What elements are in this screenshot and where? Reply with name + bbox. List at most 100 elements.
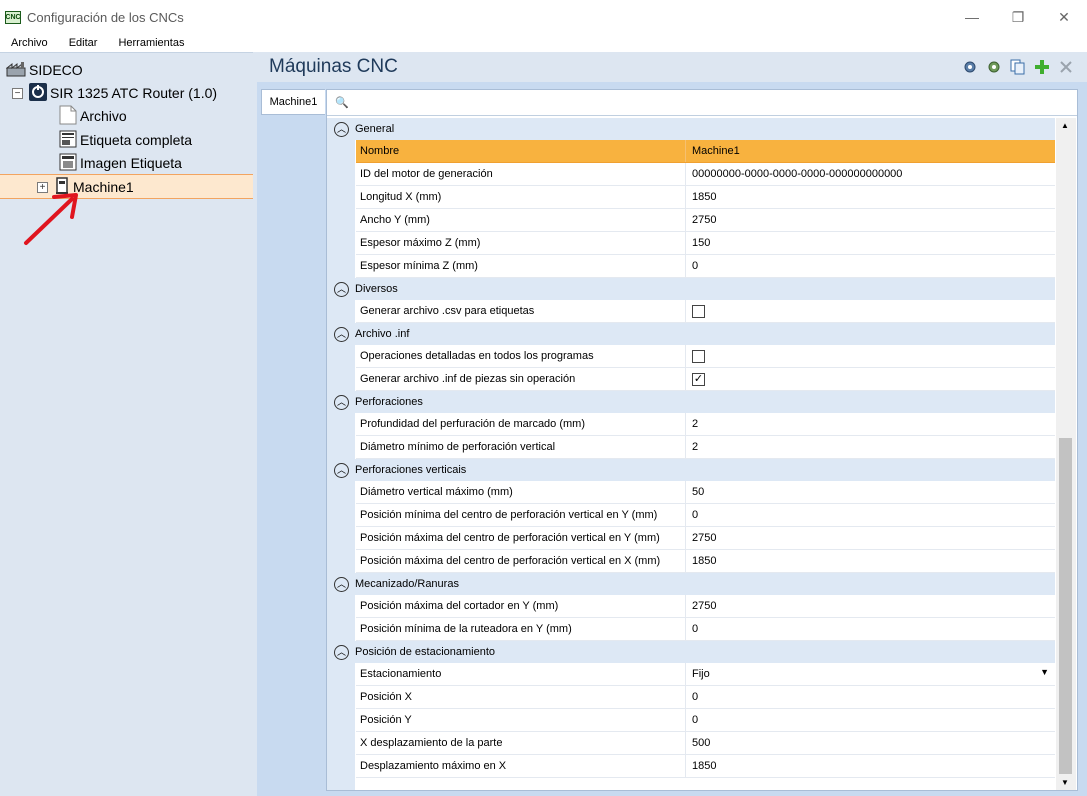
- menu-herramientas[interactable]: Herramientas: [107, 37, 194, 49]
- property-row[interactable]: Longitud X (mm) 1850: [356, 186, 1055, 209]
- property-row[interactable]: Posición máxima del centro de perforació…: [356, 527, 1055, 550]
- toolbar: [961, 58, 1075, 76]
- property-name: Desplazamiento máximo en X: [356, 755, 686, 777]
- property-row[interactable]: Diámetro mínimo de perforación vertical 2: [356, 436, 1055, 459]
- collapse-category-icon[interactable]: ︿: [334, 121, 349, 137]
- property-row[interactable]: Posición Y 0: [356, 709, 1055, 732]
- property-row[interactable]: Diámetro vertical máximo (mm) 50: [356, 481, 1055, 504]
- category-row[interactable]: ︿ Mecanizado/Ranuras: [329, 573, 1055, 595]
- property-name: Posición Y: [356, 709, 686, 731]
- settings-icon[interactable]: [961, 58, 979, 76]
- scroll-up-icon[interactable]: ▲: [1061, 121, 1069, 130]
- property-checkbox[interactable]: ✓: [692, 372, 705, 386]
- property-checkbox-cell[interactable]: [686, 345, 1055, 367]
- property-row[interactable]: Estacionamiento Fijo ▼: [356, 663, 1055, 686]
- collapse-icon[interactable]: −: [12, 87, 23, 99]
- property-checkbox-cell[interactable]: [686, 300, 1055, 322]
- refresh-settings-icon[interactable]: [985, 58, 1003, 76]
- category-row[interactable]: ︿ Perforaciones: [329, 391, 1055, 413]
- restore-button[interactable]: ❐: [995, 0, 1041, 34]
- property-row[interactable]: Posición máxima del centro de perforació…: [356, 550, 1055, 573]
- router-icon: [29, 82, 47, 104]
- property-checkbox-cell[interactable]: ✓: [686, 368, 1055, 390]
- property-row[interactable]: Posición máxima del cortador en Y (mm) 27…: [356, 595, 1055, 618]
- property-value[interactable]: 2: [686, 413, 1055, 435]
- property-value[interactable]: Machine1: [686, 140, 1055, 162]
- search-input[interactable]: 🔍: [327, 90, 1077, 116]
- category-label: Perforaciones verticais: [355, 464, 467, 476]
- property-value[interactable]: 50: [686, 481, 1055, 503]
- tree-item-imagen-etiqueta[interactable]: Imagen Etiqueta: [59, 152, 182, 174]
- property-value[interactable]: 0: [686, 618, 1055, 640]
- category-row[interactable]: ︿ Archivo .inf: [329, 323, 1055, 345]
- property-value[interactable]: 500: [686, 732, 1055, 754]
- property-value-text: 150: [692, 237, 711, 249]
- collapse-category-icon[interactable]: ︿: [334, 576, 349, 592]
- dropdown-arrow-icon[interactable]: ▼: [1040, 667, 1049, 677]
- property-row[interactable]: Operaciones detalladas en todos los prog…: [356, 345, 1055, 368]
- tree-item-etiqueta-completa[interactable]: Etiqueta completa: [59, 129, 192, 151]
- property-row[interactable]: Nombre Machine1: [356, 140, 1055, 163]
- property-row[interactable]: Posición mínima del centro de perforació…: [356, 504, 1055, 527]
- property-value[interactable]: Fijo ▼: [686, 663, 1055, 685]
- copy-icon[interactable]: [1009, 58, 1027, 76]
- property-value[interactable]: 1850: [686, 186, 1055, 208]
- tree-router[interactable]: − SIR 1325 ATC Router (1.0): [12, 82, 217, 104]
- category-row[interactable]: ︿ General: [329, 118, 1055, 140]
- property-value-text: 500: [692, 737, 711, 749]
- property-value[interactable]: 2750: [686, 209, 1055, 231]
- collapse-category-icon[interactable]: ︿: [334, 462, 349, 478]
- property-row[interactable]: Ancho Y (mm) 2750: [356, 209, 1055, 232]
- close-button[interactable]: ✕: [1041, 0, 1087, 34]
- property-name: Generar archivo .csv para etiquetas: [356, 300, 686, 322]
- category-row[interactable]: ︿ Posición de estacionamiento: [329, 641, 1055, 663]
- category-row[interactable]: ︿ Perforaciones verticais: [329, 459, 1055, 481]
- collapse-category-icon[interactable]: ︿: [334, 394, 349, 410]
- right-header: Máquinas CNC: [257, 52, 1087, 82]
- minimize-button[interactable]: —: [949, 0, 995, 34]
- tree-item-archivo[interactable]: Archivo: [59, 105, 127, 127]
- property-value[interactable]: 0: [686, 255, 1055, 277]
- collapse-category-icon[interactable]: ︿: [334, 326, 349, 342]
- property-row[interactable]: Posición X 0: [356, 686, 1055, 709]
- property-value[interactable]: 0: [686, 686, 1055, 708]
- collapse-category-icon[interactable]: ︿: [334, 281, 349, 297]
- property-value[interactable]: 1850: [686, 755, 1055, 777]
- collapse-category-icon[interactable]: ︿: [334, 644, 349, 660]
- property-checkbox[interactable]: [692, 304, 705, 318]
- delete-icon[interactable]: [1057, 58, 1075, 76]
- property-value[interactable]: 2750: [686, 595, 1055, 617]
- scroll-thumb[interactable]: [1059, 438, 1072, 774]
- property-value[interactable]: 00000000-0000-0000-0000-000000000000: [686, 163, 1055, 185]
- property-row[interactable]: ID del motor de generación 00000000-0000-…: [356, 163, 1055, 186]
- property-value[interactable]: 1850: [686, 550, 1055, 572]
- property-row[interactable]: Desplazamiento máximo en X 1850: [356, 755, 1055, 778]
- scroll-down-icon[interactable]: ▼: [1061, 778, 1069, 787]
- tree-root[interactable]: SIDECO: [5, 59, 83, 81]
- property-row[interactable]: X desplazamiento de la parte 500: [356, 732, 1055, 755]
- document-icon: [59, 105, 77, 128]
- property-value[interactable]: 2750: [686, 527, 1055, 549]
- category-label: Diversos: [355, 283, 398, 295]
- property-value[interactable]: 2: [686, 436, 1055, 458]
- property-row[interactable]: Generar archivo .csv para etiquetas: [356, 300, 1055, 323]
- property-row[interactable]: Espesor mínima Z (mm) 0: [356, 255, 1055, 278]
- menu-editar[interactable]: Editar: [58, 37, 108, 49]
- property-value[interactable]: 150: [686, 232, 1055, 254]
- menu-archivo[interactable]: Archivo: [0, 37, 58, 49]
- property-value[interactable]: 0: [686, 504, 1055, 526]
- label-icon: [59, 130, 77, 151]
- tab-machine1[interactable]: Machine1: [261, 89, 325, 115]
- property-name: Longitud X (mm): [356, 186, 686, 208]
- property-name: Posición máxima del centro de perforació…: [356, 550, 686, 572]
- property-row[interactable]: Posición mínima de la ruteadora en Y (mm…: [356, 618, 1055, 641]
- property-row[interactable]: Profundidad del perfuración de marcado (…: [356, 413, 1055, 436]
- property-checkbox[interactable]: [692, 349, 705, 363]
- category-row[interactable]: ︿ Diversos: [329, 278, 1055, 300]
- tree-router-label: SIR 1325 ATC Router (1.0): [50, 85, 218, 101]
- property-value[interactable]: 0: [686, 709, 1055, 731]
- property-row[interactable]: Espesor máximo Z (mm) 150: [356, 232, 1055, 255]
- vertical-scrollbar[interactable]: ▲ ▼: [1056, 118, 1076, 790]
- add-icon[interactable]: [1033, 58, 1051, 76]
- property-row[interactable]: Generar archivo .inf de piezas sin opera…: [356, 368, 1055, 391]
